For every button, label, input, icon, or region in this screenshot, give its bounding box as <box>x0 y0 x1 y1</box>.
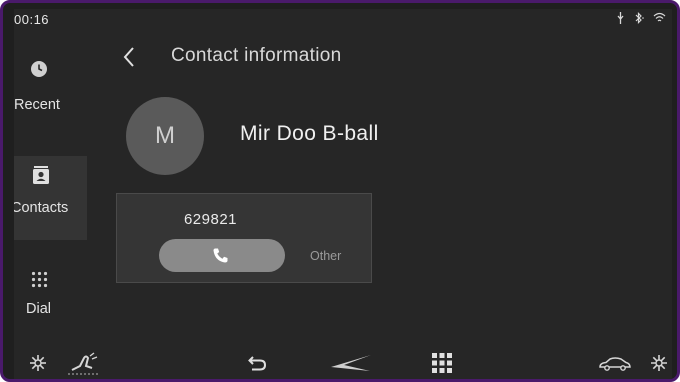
status-clock: 00:16 <box>14 12 50 27</box>
bottom-bar <box>14 349 672 379</box>
sidebar-item-label: Dial <box>26 301 51 317</box>
phone-number-type: Other <box>310 249 342 263</box>
phone-number: 629821 <box>183 211 238 228</box>
call-button[interactable] <box>159 239 285 272</box>
page-title: Contact information <box>171 45 342 66</box>
contact-name: Mir Doo B-ball <box>240 122 379 145</box>
sidebar-item-label: Contacts <box>14 200 69 216</box>
wifi-icon <box>653 12 666 27</box>
chevron-left-icon <box>123 47 134 67</box>
apps-grid-icon[interactable] <box>432 353 452 373</box>
car-icon[interactable] <box>598 356 632 372</box>
sidebar-item-label: Recent <box>14 97 60 113</box>
phone-icon <box>213 248 228 263</box>
phone-number-card: 629821 Other <box>116 193 372 283</box>
fan-icon[interactable] <box>650 354 668 372</box>
sidebar-item-recent[interactable]: Recent <box>14 44 87 124</box>
clock-icon <box>31 61 47 77</box>
climate-icon[interactable] <box>29 354 47 372</box>
sidebar: Recent Contacts Dial <box>14 44 87 330</box>
screen: 00:16 Recent Contacts Dial Contact infor… <box>14 9 672 379</box>
usb-icon <box>616 12 625 27</box>
seat-icon[interactable] <box>66 352 100 376</box>
back-button[interactable] <box>123 46 135 73</box>
status-icons <box>616 12 666 27</box>
sidebar-item-contacts[interactable]: Contacts <box>14 156 87 240</box>
contact-card-icon <box>33 166 49 184</box>
avatar: M <box>126 97 204 175</box>
device-frame: 00:16 Recent Contacts Dial Contact infor… <box>0 0 680 382</box>
bluetooth-icon <box>633 12 645 27</box>
keypad-icon <box>31 271 48 288</box>
back-icon[interactable] <box>248 354 268 372</box>
home-logo-icon[interactable] <box>330 353 372 373</box>
sidebar-item-dial[interactable]: Dial <box>14 254 87 334</box>
